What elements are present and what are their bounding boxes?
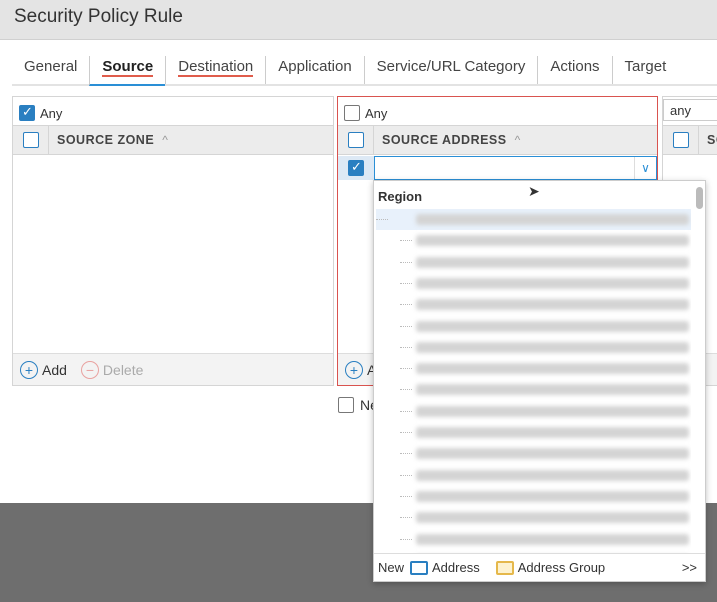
row-checkbox[interactable] xyxy=(348,159,364,176)
new-address-group-button[interactable]: Address Group xyxy=(495,560,605,576)
any-select[interactable]: any xyxy=(663,99,717,121)
address-option[interactable] xyxy=(400,337,691,358)
address-group-icon xyxy=(495,561,514,576)
group-label-region: Region xyxy=(378,189,423,204)
address-option[interactable] xyxy=(400,358,691,379)
plus-icon: + xyxy=(20,360,38,379)
tab-target[interactable]: Target xyxy=(611,56,679,84)
any-address-checkbox[interactable] xyxy=(344,105,360,121)
tab-general[interactable]: General xyxy=(12,56,89,84)
any-zone-checkbox[interactable] xyxy=(19,104,35,121)
add-button[interactable]: + Add xyxy=(20,360,67,379)
address-combobox[interactable]: ∨ xyxy=(374,156,657,180)
address-option[interactable] xyxy=(400,252,691,273)
negate-option[interactable]: Ne xyxy=(338,397,378,413)
address-dropdown: Region New Address Address Group >> xyxy=(373,180,706,582)
scrollbar[interactable] xyxy=(696,187,703,209)
any-label: Any xyxy=(365,105,388,121)
mouse-cursor: ➤ xyxy=(528,183,540,199)
negate-checkbox[interactable] xyxy=(338,397,354,413)
address-option[interactable] xyxy=(400,529,691,550)
new-label: New xyxy=(378,560,405,575)
address-option[interactable] xyxy=(400,379,691,400)
plus-icon: + xyxy=(345,360,363,379)
address-option[interactable] xyxy=(400,230,691,251)
address-option[interactable] xyxy=(400,273,691,294)
tab-application[interactable]: Application xyxy=(265,56,363,84)
new-address-button[interactable]: Address xyxy=(410,560,480,576)
tab-destination[interactable]: Destination xyxy=(165,56,265,84)
tab-source[interactable]: Source xyxy=(89,56,166,86)
address-icon xyxy=(410,561,429,576)
address-option[interactable] xyxy=(400,443,691,464)
source-zone-panel: Any SOURCE ZONE ^ +Add −Delete xyxy=(12,96,334,386)
tab-bar: General Source Destination Application S… xyxy=(12,56,717,86)
select-all-checkbox[interactable] xyxy=(347,132,364,148)
address-option[interactable] xyxy=(400,507,691,528)
minus-icon: − xyxy=(80,360,99,379)
any-label: Any xyxy=(40,105,63,121)
address-option[interactable] xyxy=(400,465,691,486)
sort-icon[interactable]: ^ xyxy=(162,133,168,147)
address-option[interactable] xyxy=(400,294,691,315)
delete-button[interactable]: − Delete xyxy=(80,360,143,379)
tab-actions[interactable]: Actions xyxy=(537,56,611,84)
dialog-title: Security Policy Rule xyxy=(14,6,183,27)
address-option[interactable] xyxy=(400,316,691,337)
sort-icon[interactable]: ^ xyxy=(515,133,521,147)
address-option[interactable] xyxy=(400,486,691,507)
add-button[interactable]: + A xyxy=(345,360,376,379)
chevron-down-icon[interactable]: ∨ xyxy=(634,157,656,179)
more-icon[interactable]: >> xyxy=(682,560,697,575)
column-header-source-address[interactable]: SOURCE ADDRESS xyxy=(374,133,507,147)
column-header-source-zone[interactable]: SOURCE ZONE xyxy=(49,133,154,147)
title-bar: Security Policy Rule xyxy=(0,0,717,40)
address-option[interactable] xyxy=(400,422,691,443)
select-all-checkbox[interactable] xyxy=(672,132,689,148)
address-option[interactable] xyxy=(400,401,691,422)
address-option[interactable] xyxy=(376,209,691,230)
select-all-checkbox[interactable] xyxy=(22,132,39,148)
tab-service-url-category[interactable]: Service/URL Category xyxy=(363,56,538,84)
